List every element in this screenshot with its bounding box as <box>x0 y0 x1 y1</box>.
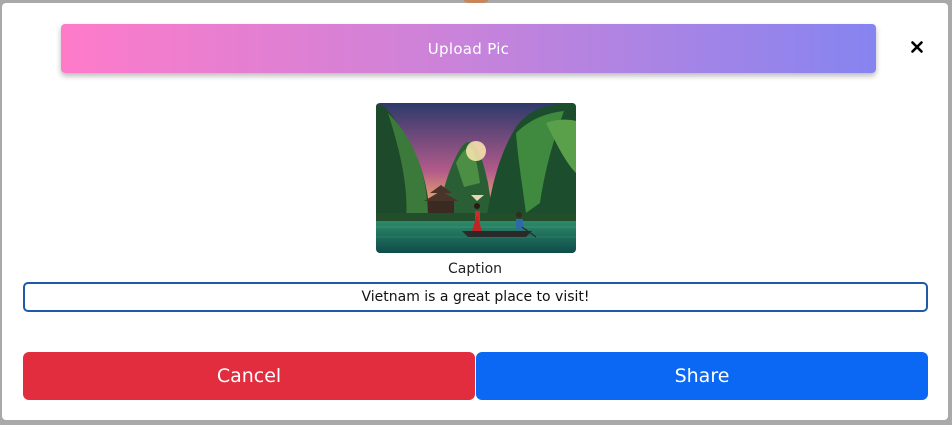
cancel-button[interactable]: Cancel <box>23 352 475 400</box>
caption-input[interactable] <box>23 282 928 312</box>
cancel-label: Cancel <box>216 365 282 387</box>
close-icon <box>911 41 923 53</box>
caption-label: Caption <box>447 261 503 277</box>
share-button[interactable]: Share <box>476 352 928 400</box>
close-button[interactable] <box>907 35 927 59</box>
uploaded-image-preview <box>376 103 576 253</box>
share-label: Share <box>674 365 730 387</box>
upload-pic-label: Upload Pic <box>427 39 510 58</box>
upload-pic-button[interactable]: Upload Pic <box>61 24 876 73</box>
upload-modal: Upload Pic Caption Vietnam is a great pl… <box>2 3 948 420</box>
